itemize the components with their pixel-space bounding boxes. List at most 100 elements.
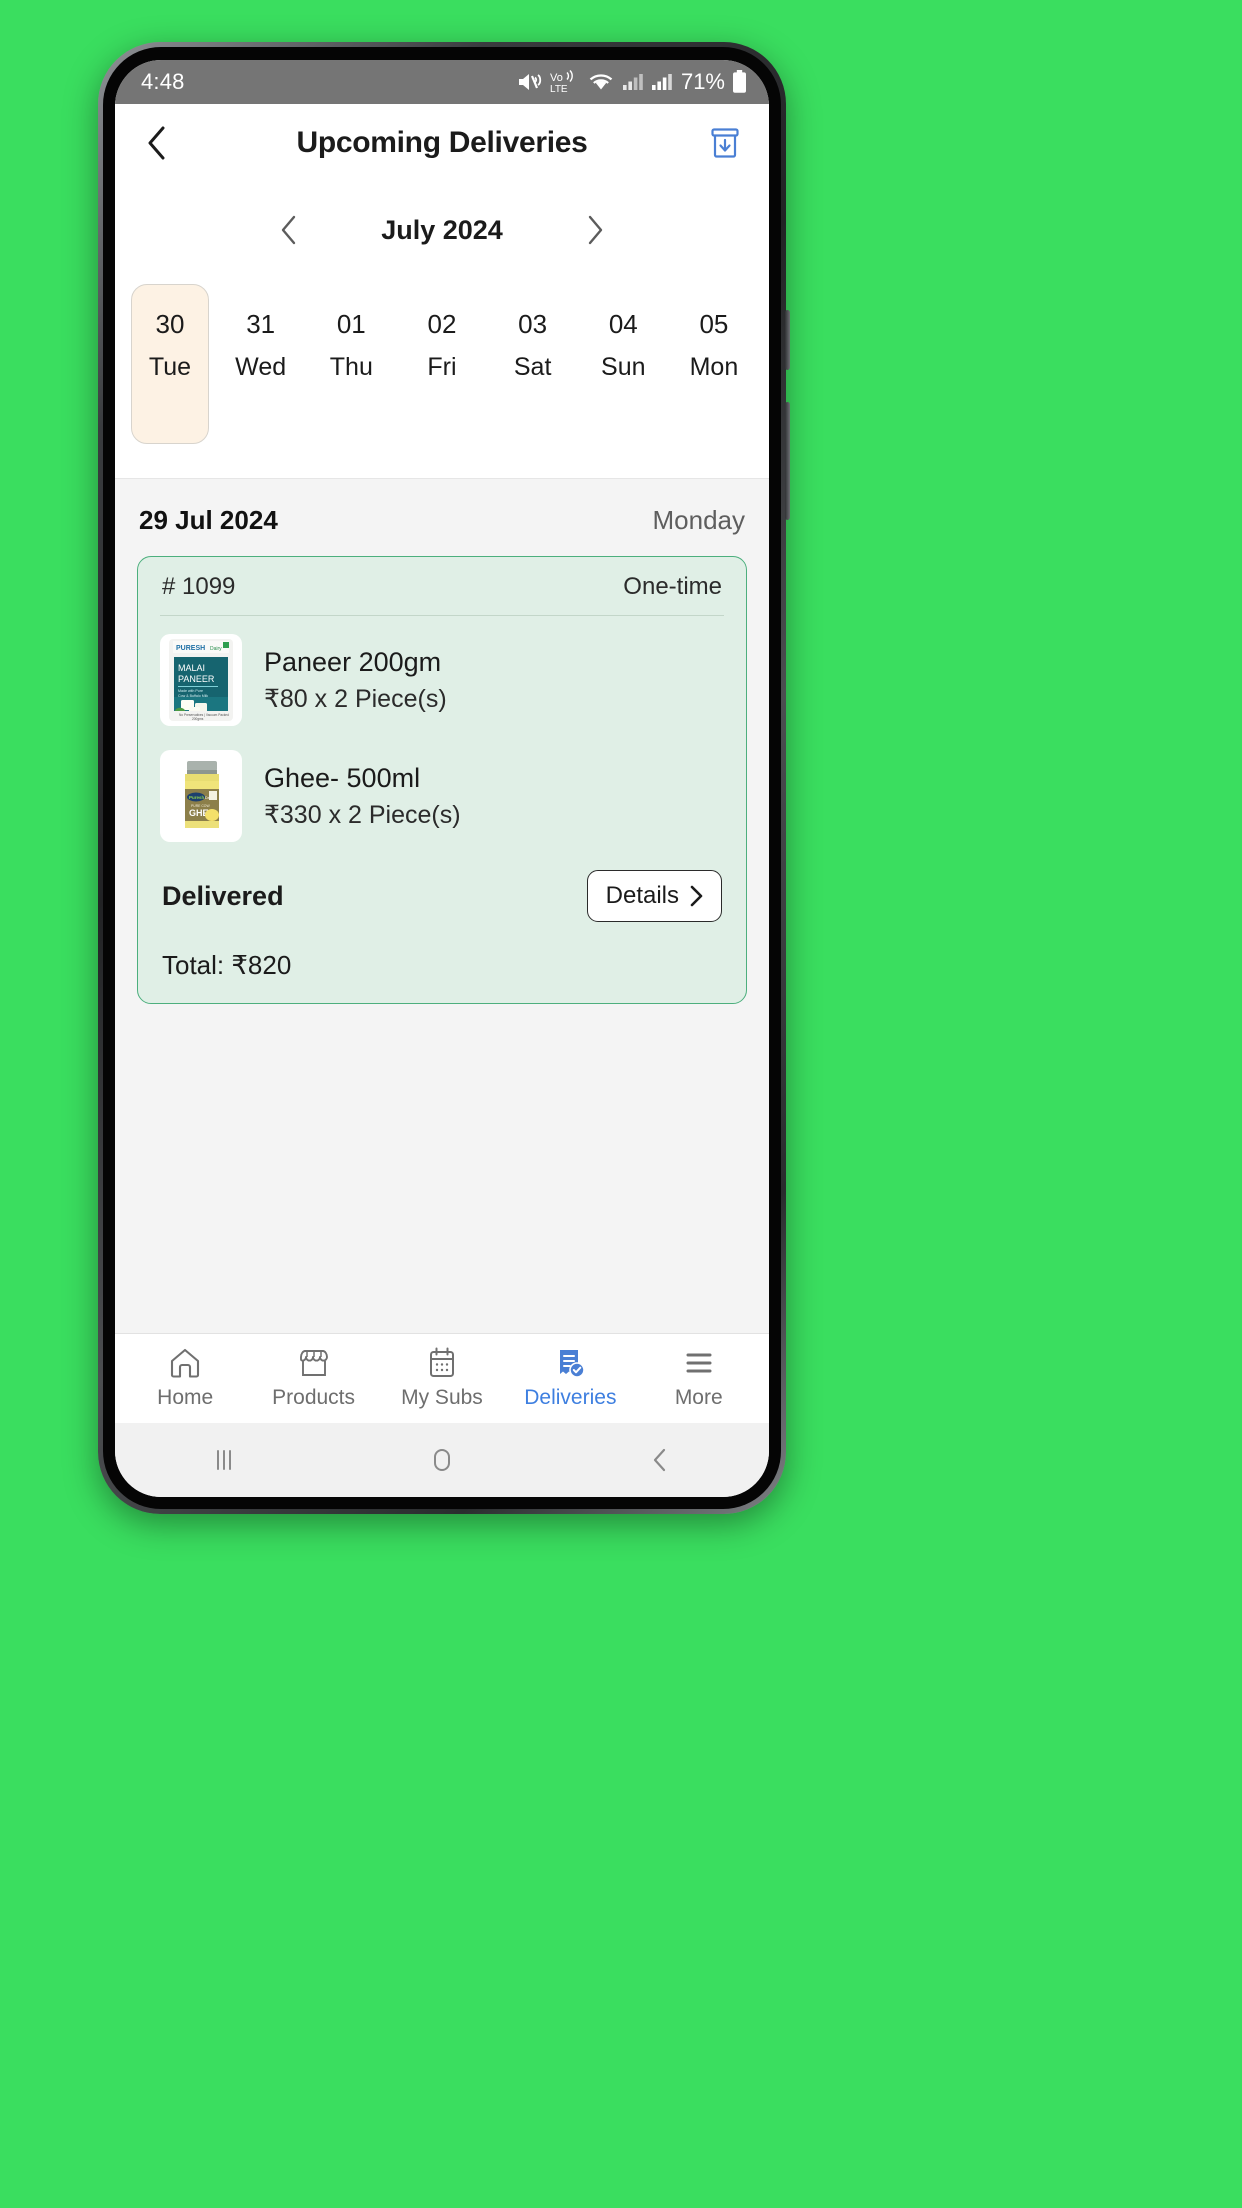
date-weekday: Tue bbox=[148, 353, 192, 381]
status-time: 4:48 bbox=[141, 69, 185, 94]
date-strip: 30 Tue 31 Wed 01 Thu 02 Fri 03 Sat 04 Su… bbox=[115, 278, 769, 478]
paneer-packet-image: PURESH Dairy MALAI PANEER Made with Pure… bbox=[169, 639, 233, 721]
nav-label: Home bbox=[157, 1386, 214, 1409]
order-card[interactable]: # 1099 One-time PURESH Dairy MALAI PANEE… bbox=[137, 556, 747, 1004]
date-cell-31[interactable]: 31 Wed bbox=[222, 284, 300, 409]
date-number: 31 bbox=[246, 309, 276, 339]
date-number: 03 bbox=[518, 309, 548, 339]
date-cell-02[interactable]: 02 Fri bbox=[403, 284, 481, 409]
recents-button[interactable] bbox=[179, 1433, 269, 1487]
date-weekday: Wed bbox=[235, 353, 287, 381]
deliveries-list: 29 Jul 2024 Monday # 1099 One-time PURES… bbox=[115, 478, 769, 1333]
product-name: Paneer 200gm bbox=[264, 646, 442, 677]
ghee-jar-thumbnail: Puresh Dairy PURE COW GHEE bbox=[160, 750, 242, 842]
product-price: ₹330 x 2 Piece(s) bbox=[264, 800, 461, 829]
archive-download-button[interactable] bbox=[703, 121, 747, 165]
wifi-icon bbox=[589, 74, 613, 90]
bottom-navigation: Home Products My Subs Deliveries More bbox=[115, 1333, 769, 1423]
home-circle-icon bbox=[434, 1449, 450, 1471]
date-weekday: Sat bbox=[513, 353, 552, 381]
date-number: 04 bbox=[608, 309, 638, 339]
app-header: Upcoming Deliveries bbox=[115, 104, 769, 182]
date-cell-03[interactable]: 03 Sat bbox=[494, 284, 572, 409]
prev-month-button[interactable] bbox=[256, 197, 322, 263]
order-total: Total: ₹820 bbox=[162, 950, 292, 980]
chevron-right-icon bbox=[690, 885, 703, 907]
date-cell-04[interactable]: 04 Sun bbox=[584, 284, 662, 409]
volte-icon: Vo LTE bbox=[550, 70, 573, 94]
back-button[interactable] bbox=[135, 121, 179, 165]
date-weekday: Thu bbox=[329, 353, 373, 381]
nav-item-my-subs[interactable]: My Subs bbox=[383, 1347, 501, 1410]
order-item-info: Paneer 200gm ₹80 x 2 Piece(s) bbox=[264, 647, 447, 714]
chevron-right-icon bbox=[588, 215, 603, 245]
home-icon bbox=[171, 1348, 200, 1378]
back-chevron-icon bbox=[653, 1448, 666, 1472]
svg-text:Made with Pure: Made with Pure bbox=[178, 689, 203, 693]
power-button[interactable] bbox=[785, 310, 790, 370]
date-weekday: Sun bbox=[601, 353, 646, 381]
archive-download-icon bbox=[711, 128, 739, 158]
svg-text:Vo: Vo bbox=[550, 72, 563, 84]
ghee-jar-image: Puresh Dairy PURE COW GHEE bbox=[165, 753, 237, 839]
volume-button[interactable] bbox=[785, 402, 790, 520]
nav-label: Products bbox=[272, 1386, 356, 1409]
month-label: July 2024 bbox=[381, 214, 503, 245]
home-button[interactable] bbox=[397, 1433, 487, 1487]
calendar-icon bbox=[429, 1347, 454, 1377]
nav-item-more[interactable]: More bbox=[640, 1347, 758, 1410]
details-label: Details bbox=[605, 882, 679, 909]
next-month-button[interactable] bbox=[562, 197, 628, 263]
nav-item-deliveries[interactable]: Deliveries bbox=[511, 1347, 629, 1410]
nav-label: My Subs bbox=[401, 1386, 483, 1409]
day-date: 29 Jul 2024 bbox=[139, 505, 278, 535]
status-badge: Delivered bbox=[162, 880, 284, 911]
order-item-info: Ghee- 500ml ₹330 x 2 Piece(s) bbox=[264, 763, 461, 830]
order-type-badge: One-time bbox=[623, 573, 722, 600]
phone-frame: 4:48 Vo LTE 71% Upcoming Deliveries July… bbox=[98, 42, 790, 1514]
date-cell-30[interactable]: 30 Tue bbox=[131, 284, 209, 444]
date-weekday: Mon bbox=[689, 353, 739, 381]
date-weekday: Fri bbox=[427, 353, 457, 381]
recents-icon bbox=[217, 1450, 231, 1470]
svg-text:PANEER: PANEER bbox=[178, 674, 215, 684]
product-name: Ghee- 500ml bbox=[264, 762, 421, 793]
svg-text:No Preservatives | Vacuum Pack: No Preservatives | Vacuum Packed bbox=[179, 713, 229, 717]
date-number: 05 bbox=[699, 309, 729, 339]
order-status-row: Delivered Details bbox=[160, 848, 724, 922]
nav-item-products[interactable]: Products bbox=[255, 1347, 373, 1410]
status-bar: 4:48 Vo LTE 71% bbox=[115, 60, 769, 104]
svg-text:LTE: LTE bbox=[550, 84, 568, 94]
svg-text:Puresh: Puresh bbox=[189, 795, 205, 800]
date-cell-01[interactable]: 01 Thu bbox=[312, 284, 390, 409]
chevron-left-icon bbox=[281, 215, 296, 245]
nav-label: Deliveries bbox=[524, 1386, 617, 1409]
date-cell-05[interactable]: 05 Mon bbox=[675, 284, 753, 409]
details-button[interactable]: Details bbox=[586, 870, 722, 922]
phone-screen: 4:48 Vo LTE 71% Upcoming Deliveries July… bbox=[115, 60, 769, 1497]
day-header: 29 Jul 2024 Monday bbox=[115, 479, 769, 556]
chevron-left-icon bbox=[148, 126, 165, 160]
back-button[interactable] bbox=[615, 1433, 705, 1487]
svg-text:200gms: 200gms bbox=[192, 717, 204, 721]
battery-icon bbox=[733, 70, 746, 93]
android-system-nav bbox=[115, 1423, 769, 1497]
svg-text:PURESH: PURESH bbox=[176, 645, 205, 652]
phone-bezel: 4:48 Vo LTE 71% Upcoming Deliveries July… bbox=[103, 47, 781, 1509]
signal-sim2-icon bbox=[651, 74, 672, 90]
order-card-header: # 1099 One-time bbox=[160, 557, 724, 616]
day-weekday: Monday bbox=[652, 505, 746, 535]
mute-icon bbox=[518, 74, 542, 90]
date-number: 02 bbox=[427, 309, 457, 339]
nav-label: More bbox=[674, 1386, 723, 1409]
receipt-check-icon bbox=[560, 1350, 586, 1378]
signal-sim1-icon bbox=[622, 74, 643, 90]
svg-text:Dairy: Dairy bbox=[210, 646, 222, 652]
order-item-row: Puresh Dairy PURE COW GHEE Ghee- 500ml bbox=[160, 732, 724, 848]
month-selector: July 2024 bbox=[115, 182, 769, 278]
paneer-packet-thumbnail: PURESH Dairy MALAI PANEER Made with Pure… bbox=[160, 634, 242, 726]
product-price: ₹80 x 2 Piece(s) bbox=[264, 684, 447, 713]
page-title: Upcoming Deliveries bbox=[296, 126, 588, 159]
nav-item-home[interactable]: Home bbox=[126, 1347, 244, 1410]
store-icon bbox=[299, 1350, 328, 1376]
